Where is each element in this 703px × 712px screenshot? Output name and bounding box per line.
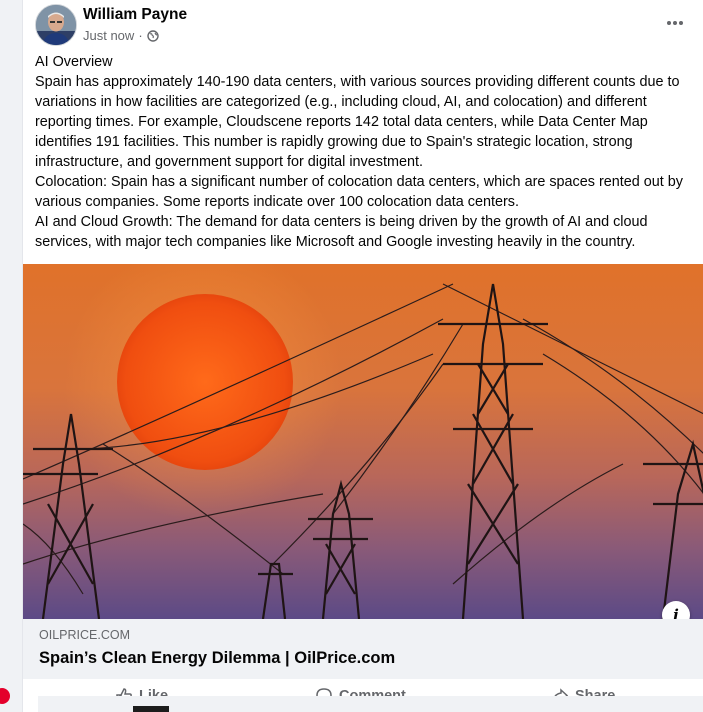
post-text: AI Overview Spain has approximately 140-… bbox=[35, 52, 695, 252]
post-card: William Payne Just now · AI Overview Spa… bbox=[22, 0, 703, 712]
link-domain: OILPRICE.COM bbox=[39, 628, 130, 642]
next-post-preview bbox=[38, 696, 703, 712]
timestamp[interactable]: Just now bbox=[83, 28, 134, 43]
info-icon: i bbox=[673, 606, 679, 619]
meta-separator: · bbox=[138, 28, 143, 43]
next-post-thumbnail bbox=[133, 706, 169, 712]
ellipsis-icon bbox=[667, 21, 683, 25]
post-paragraph: Spain has approximately 140-190 data cen… bbox=[35, 74, 680, 170]
post-paragraph: Colocation: Spain has a significant numb… bbox=[35, 174, 683, 210]
author-name[interactable]: William Payne bbox=[83, 6, 187, 24]
link-preview-card[interactable]: OILPRICE.COM Spain’s Clean Energy Dilemm… bbox=[23, 619, 703, 679]
ai-overview-heading: AI Overview bbox=[35, 54, 113, 70]
globe-icon[interactable] bbox=[146, 29, 159, 42]
sunset-pylons-image bbox=[23, 264, 703, 619]
link-title[interactable]: Spain’s Clean Energy Dilemma | OilPrice.… bbox=[39, 649, 395, 668]
post-meta: Just now · bbox=[83, 28, 159, 43]
link-preview-image[interactable]: i bbox=[23, 264, 703, 619]
avatar[interactable] bbox=[35, 4, 77, 46]
avatar-image bbox=[36, 5, 76, 45]
more-options-button[interactable] bbox=[666, 10, 684, 31]
left-gutter bbox=[0, 0, 22, 712]
post-paragraph: AI and Cloud Growth: The demand for data… bbox=[35, 214, 648, 250]
